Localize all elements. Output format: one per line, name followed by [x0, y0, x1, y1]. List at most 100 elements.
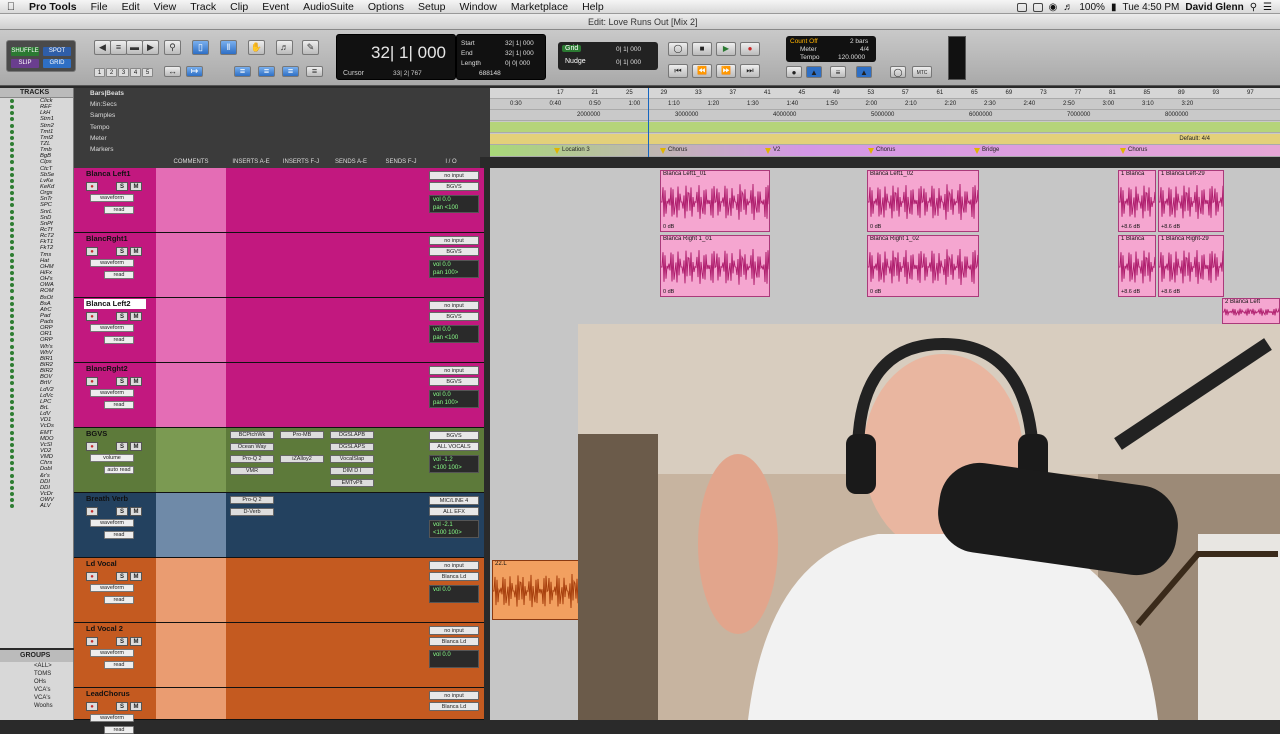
- input-select[interactable]: MIC/LINE 4: [429, 496, 479, 505]
- min-secs-ruler[interactable]: [490, 99, 1280, 110]
- insert-slot[interactable]: VMR: [230, 467, 274, 475]
- spot-mode-button[interactable]: SPOT: [43, 47, 71, 56]
- track-name[interactable]: Ld Vocal: [84, 559, 146, 569]
- automation-mode-select[interactable]: read: [104, 401, 134, 409]
- input-select[interactable]: BGVS: [429, 431, 479, 440]
- track-name[interactable]: Blanca Left1: [84, 169, 146, 179]
- play-icon[interactable]: ▶: [716, 42, 736, 56]
- comments-field[interactable]: [156, 233, 226, 297]
- volume-value[interactable]: vol 0.0: [433, 326, 478, 334]
- solo-button[interactable]: S: [116, 507, 128, 516]
- start-value[interactable]: 32| 1| 000: [505, 40, 534, 47]
- automation-mode-select[interactable]: auto read: [104, 466, 134, 474]
- volume-value[interactable]: vol 0.0: [433, 586, 478, 594]
- mute-button[interactable]: M: [130, 572, 142, 581]
- insert-slot[interactable]: D-Verb: [230, 508, 274, 516]
- rewind-icon[interactable]: ⏪: [692, 64, 712, 78]
- insert-slot[interactable]: Pro-Q 2: [230, 455, 274, 463]
- mute-button[interactable]: M: [130, 182, 142, 191]
- tab-to-transient-icon[interactable]: ↦: [186, 66, 203, 77]
- record-enable-icon[interactable]: ●: [86, 572, 98, 581]
- marker[interactable]: Chorus: [868, 147, 895, 154]
- bars-beats-ruler[interactable]: [490, 88, 1280, 99]
- record-enable-icon[interactable]: ●: [86, 182, 98, 191]
- automation-mode-select[interactable]: read: [104, 531, 134, 539]
- input-select[interactable]: no input: [429, 171, 479, 180]
- mute-button[interactable]: M: [130, 247, 142, 256]
- pan-value[interactable]: <100 100>: [433, 529, 478, 537]
- track-row[interactable]: Ld Vocal 2 ● S Mwaveform read no input Blanca …: [74, 623, 484, 688]
- trim-tool-icon[interactable]: ▯: [192, 40, 209, 55]
- selector-tool-icon[interactable]: ‖: [220, 40, 237, 55]
- automation-mode-select[interactable]: read: [104, 726, 134, 734]
- midi-merge-icon[interactable]: ●: [786, 66, 802, 78]
- go-to-end-icon[interactable]: ⏭: [740, 64, 760, 78]
- audio-clip[interactable]: Blanca Left1_01 0 dB: [660, 170, 770, 232]
- mute-button[interactable]: M: [130, 507, 142, 516]
- automation-mode-select[interactable]: read: [104, 596, 134, 604]
- insert-slot[interactable]: Ocean Way: [230, 443, 274, 451]
- volume-pan-readout[interactable]: vol -1.2 <100 100>: [429, 455, 479, 473]
- groups-header[interactable]: GROUPS: [0, 650, 73, 662]
- track-row[interactable]: Ld Vocal ● S Mwaveform read no input Blanca Ld…: [74, 558, 484, 623]
- stop-icon[interactable]: ■: [692, 42, 712, 56]
- clock[interactable]: Tue 4:50 PM: [1122, 2, 1179, 13]
- nudge-label[interactable]: Nudge: [562, 58, 589, 65]
- link-icon[interactable]: ◯: [890, 66, 906, 78]
- track-view-select[interactable]: volume: [90, 454, 134, 462]
- volume-value[interactable]: vol 0.0: [433, 651, 478, 659]
- ruler-label-minsecs[interactable]: Min:Secs: [90, 101, 150, 112]
- menu-setup[interactable]: Setup: [411, 1, 452, 13]
- record-enable-icon[interactable]: ●: [86, 247, 98, 256]
- status-icon[interactable]: [1032, 2, 1043, 12]
- track-view-select[interactable]: waveform: [90, 649, 134, 657]
- comments-field[interactable]: [156, 688, 226, 719]
- volume-value[interactable]: vol -1.2: [433, 456, 478, 464]
- record-enable-icon[interactable]: ●: [86, 442, 98, 451]
- link-timeline-icon[interactable]: ≡: [234, 66, 251, 77]
- comments-field[interactable]: [156, 168, 226, 232]
- output-select[interactable]: Blanca Ld: [429, 637, 479, 646]
- record-enable-icon[interactable]: ●: [86, 377, 98, 386]
- shuffle-mode-button[interactable]: SHUFFLE: [11, 47, 39, 56]
- online-icon[interactable]: ◯: [668, 42, 688, 56]
- input-select[interactable]: no input: [429, 366, 479, 375]
- track-view-select[interactable]: waveform: [90, 389, 134, 397]
- track-row[interactable]: LeadChorus ● S Mwaveform read no input Blanca …: [74, 688, 484, 734]
- audio-clip[interactable]: Blanca Left1_02 0 dB: [867, 170, 979, 232]
- group-list-item[interactable]: VCA's: [0, 694, 73, 702]
- solo-button[interactable]: S: [116, 442, 128, 451]
- volume-pan-readout[interactable]: vol 0.0: [429, 585, 479, 603]
- output-select[interactable]: BGVS: [429, 247, 479, 256]
- mute-button[interactable]: M: [130, 442, 142, 451]
- menu-app[interactable]: Pro Tools: [22, 1, 84, 13]
- pan-value[interactable]: <100 100>: [433, 464, 478, 472]
- countoff-label[interactable]: Count Off: [790, 38, 818, 45]
- mute-button[interactable]: M: [130, 702, 142, 711]
- ruler-label-meter[interactable]: Meter: [90, 135, 150, 146]
- input-select[interactable]: no input: [429, 691, 479, 700]
- menu-clip[interactable]: Clip: [223, 1, 255, 13]
- track-name[interactable]: BGVS: [84, 429, 146, 439]
- marker[interactable]: Chorus: [660, 147, 687, 154]
- output-select[interactable]: BGVS: [429, 312, 479, 321]
- pan-value[interactable]: pan <100: [433, 204, 478, 212]
- solo-button[interactable]: S: [116, 312, 128, 321]
- output-select[interactable]: Blanca Ld: [429, 702, 479, 711]
- group-list-item[interactable]: VCA's: [0, 686, 73, 694]
- volume-pan-readout[interactable]: vol 0.0 pan 100>: [429, 260, 479, 278]
- volume-pan-readout[interactable]: vol 0.0 pan <100: [429, 195, 479, 213]
- marker[interactable]: Chorus: [1120, 147, 1147, 154]
- menu-audiosuite[interactable]: AudioSuite: [296, 1, 361, 13]
- track-row[interactable]: BlancRght1 ● S Mwaveform read no input BGVS vol…: [74, 233, 484, 298]
- menu-event[interactable]: Event: [255, 1, 296, 13]
- menu-marketplace[interactable]: Marketplace: [504, 1, 575, 13]
- comments-field[interactable]: [156, 623, 226, 687]
- mute-button[interactable]: M: [130, 312, 142, 321]
- comments-field[interactable]: [156, 558, 226, 622]
- grid-label[interactable]: Grid: [562, 45, 582, 52]
- send-slot[interactable]: DGSLAPS: [330, 443, 374, 451]
- battery-label[interactable]: 100%: [1079, 2, 1105, 13]
- ruler-label-samples[interactable]: Samples: [90, 112, 150, 124]
- scrubber-tool-icon[interactable]: ♬: [276, 40, 293, 55]
